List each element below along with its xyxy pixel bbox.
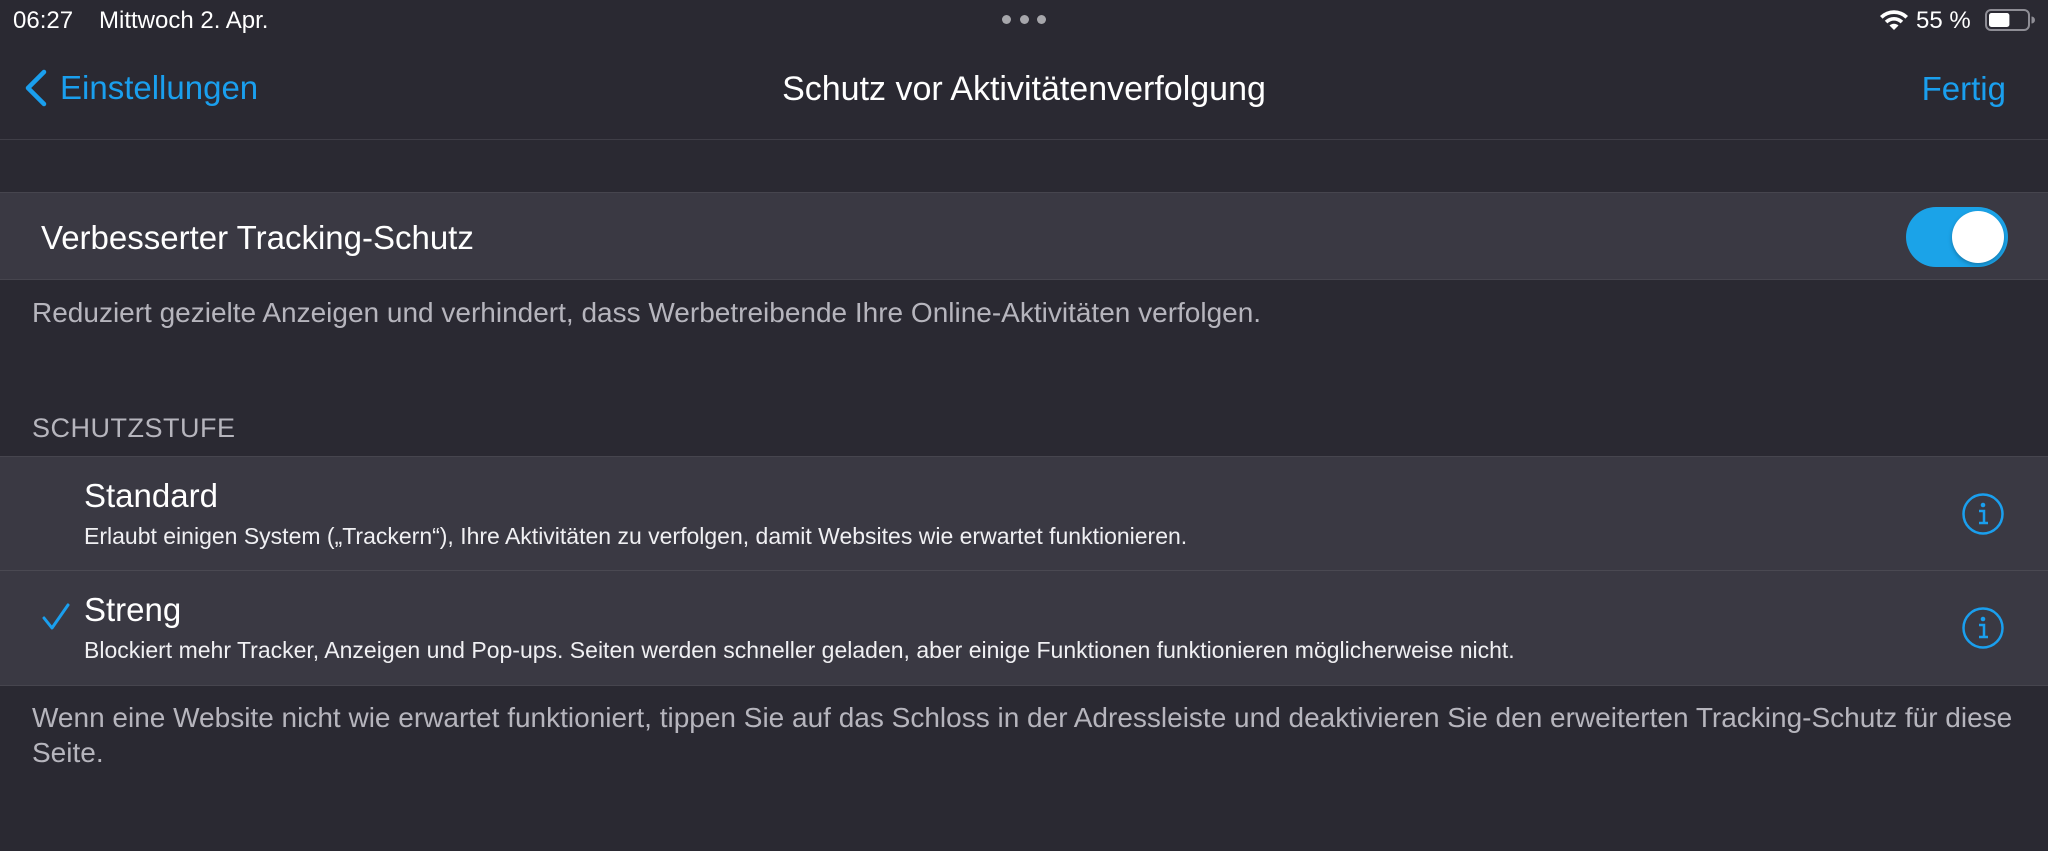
option-description: Erlaubt einigen System („Trackern“), Ihr… — [84, 523, 1188, 549]
info-circle-icon[interactable] — [1961, 606, 2005, 650]
status-bar: 06:27 Mittwoch 2. Apr. 55 % — [0, 0, 2048, 42]
battery-icon — [1985, 9, 2035, 31]
done-button[interactable]: Fertig — [1922, 70, 2006, 108]
navigation-bar: Einstellungen Schutz vor Aktivitätenverf… — [0, 42, 2048, 140]
info-circle-icon[interactable] — [1961, 492, 2005, 536]
protection-level-header: SCHUTZSTUFE — [32, 413, 236, 443]
checkmark-icon — [42, 603, 70, 630]
page-title: Schutz vor Aktivitätenverfolgung — [782, 70, 1266, 108]
battery-percentage: 55 % — [1916, 7, 1971, 34]
multitasking-dots-icon[interactable] — [1002, 15, 1046, 25]
tracking-protection-toggle[interactable] — [1906, 207, 2008, 267]
tracking-protection-label: Verbesserter Tracking-Schutz — [41, 219, 474, 256]
protection-level-footer: Wenn eine Website nicht wie erwartet fun… — [32, 702, 2013, 768]
protection-option-standard[interactable]: Standard Erlaubt einigen System („Tracke… — [0, 456, 2048, 571]
chevron-left-icon — [25, 69, 47, 107]
toggle-knob — [1952, 211, 2004, 263]
status-time: 06:27 — [13, 7, 74, 34]
option-title: Standard — [84, 477, 218, 514]
option-title: Streng — [84, 591, 182, 628]
status-date: Mittwoch 2. Apr. — [99, 7, 269, 34]
back-button[interactable]: Einstellungen — [22, 66, 258, 110]
tracking-protection-row: Verbesserter Tracking-Schutz — [0, 192, 2048, 280]
wifi-icon — [1880, 10, 1908, 30]
back-button-label: Einstellungen — [60, 69, 259, 106]
option-description: Blockiert mehr Tracker, Anzeigen und Pop… — [84, 637, 1515, 663]
protection-option-strict[interactable]: Streng Blockiert mehr Tracker, Anzeigen … — [0, 571, 2048, 686]
tracking-protection-footer: Reduziert gezielte Anzeigen und verhinde… — [32, 297, 1262, 328]
